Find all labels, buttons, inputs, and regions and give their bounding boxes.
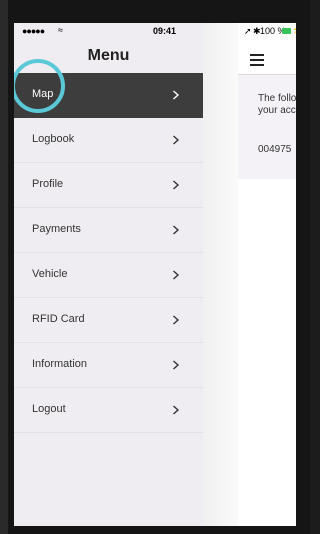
- menu-item-label: Payments: [32, 223, 81, 235]
- hamburger-menu-icon[interactable]: [250, 54, 264, 66]
- menu-item-logbook[interactable]: Logbook: [14, 118, 203, 163]
- status-bar-right: ➚ ✱ 100 % ⚡: [238, 23, 296, 43]
- menu-item-label: Map: [32, 88, 54, 100]
- menu-item-rfid-card[interactable]: RFID Card: [14, 298, 203, 343]
- menu-item-label: RFID Card: [32, 313, 85, 325]
- account-number: 004975: [258, 144, 292, 155]
- menu-item-label: Logbook: [32, 133, 75, 145]
- battery-icon: [282, 28, 291, 34]
- menu-item-information[interactable]: Information: [14, 343, 203, 388]
- content-card: [238, 75, 296, 179]
- menu-item-profile[interactable]: Profile: [14, 163, 203, 208]
- menu-item-label: Profile: [32, 178, 64, 190]
- chevron-right-icon: [172, 225, 180, 235]
- menu-title: Menu: [87, 47, 130, 64]
- chevron-right-icon: [172, 360, 180, 370]
- content-text: The follo your acc: [258, 93, 296, 117]
- phone-side: [0, 0, 8, 534]
- menu-shadow: [203, 23, 238, 526]
- chevron-right-icon: [172, 315, 180, 325]
- menu-item-map[interactable]: Map: [14, 73, 203, 118]
- location-icon: ➚: [244, 26, 252, 36]
- menu-item-label: Information: [32, 358, 88, 370]
- content-text-line1: The follo: [258, 93, 296, 104]
- menu-item-vehicle[interactable]: Vehicle: [14, 253, 203, 298]
- chevron-right-icon: [172, 135, 180, 145]
- side-menu: ●●●●● ≈ 09:41 Menu Map Logbook Profile P…: [14, 23, 203, 526]
- chevron-right-icon: [172, 270, 180, 280]
- status-time: 09:41: [152, 26, 176, 36]
- menu-item-label: Vehicle: [32, 268, 68, 280]
- menu-item-payments[interactable]: Payments: [14, 208, 203, 253]
- charging-icon: ⚡: [292, 25, 296, 34]
- chevron-right-icon: [172, 90, 180, 100]
- menu-list: Map Logbook Profile Payments Vehicle RFI…: [14, 73, 203, 433]
- menu-item-label: Logout: [32, 403, 66, 415]
- status-bar-left: ●●●●● ≈ 09:41: [14, 23, 203, 41]
- main-content-panel: ➚ ✱ 100 % ⚡ The follo your acc 004975: [238, 23, 296, 526]
- chevron-right-icon: [172, 180, 180, 190]
- screen: ➚ ✱ 100 % ⚡ The follo your acc 004975 ●●…: [14, 23, 296, 526]
- menu-item-logout[interactable]: Logout: [14, 388, 203, 433]
- content-text-line2: your acc: [258, 105, 296, 116]
- chevron-right-icon: [172, 405, 180, 415]
